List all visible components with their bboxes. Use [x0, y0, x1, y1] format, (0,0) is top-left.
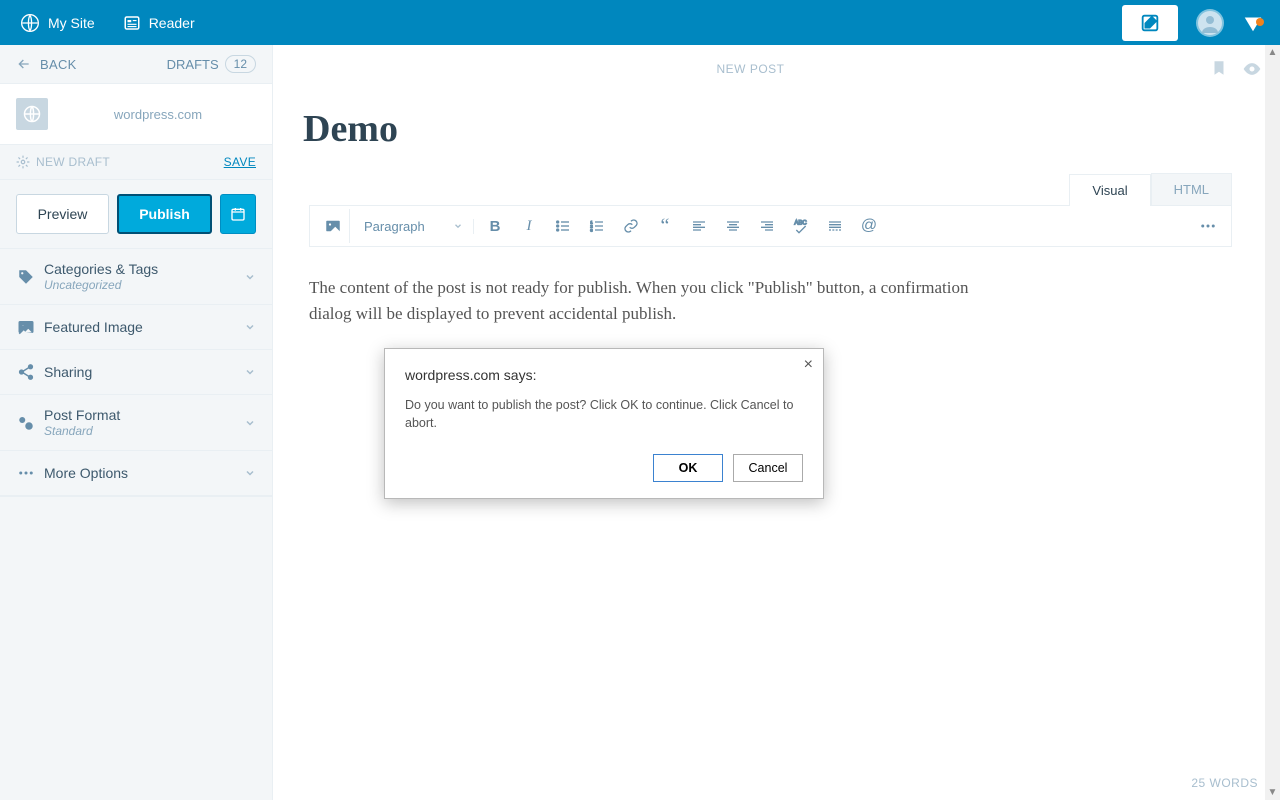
readmore-button[interactable]	[818, 209, 852, 243]
align-left-button[interactable]	[682, 209, 716, 243]
share-icon	[16, 362, 36, 382]
format-sub: Standard	[44, 424, 120, 438]
compose-icon	[1139, 12, 1161, 34]
mention-button[interactable]: @	[852, 209, 886, 243]
add-media-button[interactable]	[316, 209, 350, 243]
dialog-title: wordpress.com says:	[405, 367, 803, 383]
accordion-post-format[interactable]: Post Format Standard	[0, 395, 272, 451]
chevron-down-icon	[244, 417, 256, 429]
chevron-down-icon	[244, 467, 256, 479]
notification-dot	[1256, 18, 1264, 26]
chevron-down-icon	[453, 221, 463, 231]
masterbar: My Site Reader	[0, 0, 1280, 45]
confirm-dialog: × wordpress.com says: Do you want to pub…	[384, 348, 824, 499]
bold-button[interactable]: B	[478, 209, 512, 243]
editor-toolbar: Paragraph B I 123 “ ABC @	[309, 205, 1232, 247]
drafts-count: 12	[225, 55, 256, 73]
drafts-label: DRAFTS	[167, 57, 219, 72]
categories-sub: Uncategorized	[44, 278, 158, 292]
site-name: wordpress.com	[114, 107, 202, 122]
publish-label: Publish	[139, 206, 190, 222]
chevron-down-icon	[244, 321, 256, 333]
scrollbar[interactable]: ▲ ▼	[1265, 45, 1280, 800]
drafts-button[interactable]: DRAFTS 12	[167, 55, 256, 73]
dialog-ok-button[interactable]: OK	[653, 454, 723, 482]
dialog-message: Do you want to publish the post? Click O…	[405, 397, 803, 432]
scroll-up-icon[interactable]: ▲	[1265, 45, 1280, 60]
save-link[interactable]: SAVE	[224, 155, 256, 169]
publish-button[interactable]: Publish	[117, 194, 212, 234]
scroll-down-icon[interactable]: ▼	[1265, 785, 1280, 800]
paragraph-select[interactable]: Paragraph	[354, 219, 474, 234]
ellipsis-icon	[16, 463, 36, 483]
preview-label: Preview	[38, 206, 88, 222]
accordion-categories[interactable]: Categories & Tags Uncategorized	[0, 249, 272, 305]
accordion-featured-image[interactable]: Featured Image	[0, 305, 272, 350]
back-button[interactable]: BACK	[16, 56, 77, 72]
chevron-down-icon	[244, 271, 256, 283]
bullet-list-button[interactable]	[546, 209, 580, 243]
chevron-down-icon	[244, 366, 256, 378]
site-block[interactable]: wordpress.com	[0, 84, 272, 145]
bookmark-icon[interactable]	[1210, 59, 1228, 79]
accordion-more-options[interactable]: More Options	[0, 451, 272, 496]
profile-avatar[interactable]	[1196, 9, 1224, 37]
sharing-label: Sharing	[44, 364, 92, 380]
number-list-button[interactable]: 123	[580, 209, 614, 243]
dialog-cancel-button[interactable]: Cancel	[733, 454, 803, 482]
mysite-button[interactable]: My Site	[8, 0, 107, 45]
format-label: Post Format	[44, 407, 120, 423]
user-icon	[1198, 11, 1222, 35]
svg-text:3: 3	[590, 227, 593, 232]
post-title[interactable]: Demo	[303, 107, 1232, 151]
editor-sidebar: BACK DRAFTS 12 wordpress.com NEW DRAFT S…	[0, 45, 273, 800]
calendar-icon	[230, 206, 246, 222]
gear-icon	[16, 155, 30, 169]
align-right-button[interactable]	[750, 209, 784, 243]
site-icon	[16, 98, 48, 130]
tag-icon	[16, 267, 36, 287]
notifications-button[interactable]	[1234, 12, 1272, 34]
italic-button[interactable]: I	[512, 209, 546, 243]
arrow-left-icon	[16, 56, 32, 72]
new-draft-button[interactable]: NEW DRAFT	[16, 155, 110, 169]
more-label: More Options	[44, 465, 128, 481]
wordpress-icon	[20, 13, 40, 33]
back-label: BACK	[40, 57, 77, 72]
reader-label: Reader	[149, 15, 195, 31]
accordion-sharing[interactable]: Sharing	[0, 350, 272, 395]
reader-button[interactable]: Reader	[111, 0, 207, 45]
image-icon	[16, 317, 36, 337]
post-content[interactable]: The content of the post is not ready for…	[309, 275, 1009, 328]
dialog-close-button[interactable]: ×	[804, 357, 813, 373]
new-draft-label: NEW DRAFT	[36, 155, 110, 169]
quote-button[interactable]: “	[648, 209, 682, 243]
schedule-button[interactable]	[220, 194, 256, 234]
spellcheck-button[interactable]: ABC	[784, 209, 818, 243]
word-count: 25 WORDS	[1191, 776, 1258, 790]
link-button[interactable]	[614, 209, 648, 243]
mysite-label: My Site	[48, 15, 95, 31]
align-center-button[interactable]	[716, 209, 750, 243]
tab-visual[interactable]: Visual	[1069, 174, 1150, 206]
paragraph-label: Paragraph	[364, 219, 425, 234]
reader-icon	[123, 14, 141, 32]
compose-button[interactable]	[1122, 5, 1178, 41]
kitchen-sink-button[interactable]	[1191, 209, 1225, 243]
format-icon	[16, 413, 36, 433]
eye-icon[interactable]	[1242, 59, 1262, 79]
tab-html[interactable]: HTML	[1151, 173, 1232, 205]
featured-label: Featured Image	[44, 319, 143, 335]
new-post-label: NEW POST	[716, 62, 784, 76]
categories-label: Categories & Tags	[44, 261, 158, 277]
globe-icon	[22, 104, 42, 124]
preview-button[interactable]: Preview	[16, 194, 109, 234]
